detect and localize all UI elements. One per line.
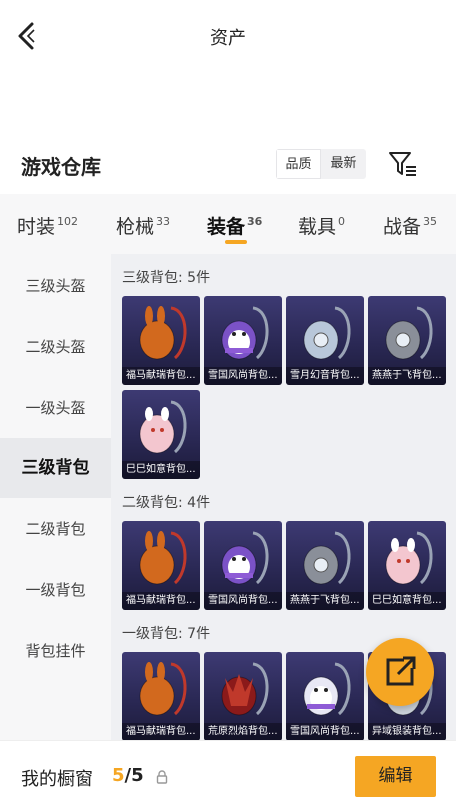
item-name: 福马献瑞背包...: [122, 592, 200, 610]
active-tab-indicator: [225, 240, 247, 244]
tab-gear[interactable]: 战备 35: [383, 212, 437, 239]
showcase-bar: 我的橱窗 5/5 编辑: [0, 740, 456, 811]
bunny-backpack-icon: [139, 306, 187, 360]
snake-backpack-icon: [385, 531, 433, 585]
category-tabs: 时装 102 枪械 33 装备 36 载具 0 战备 35: [0, 194, 456, 254]
backpack-item-card[interactable]: 雪国风尚背包...: [204, 296, 282, 385]
tab-weapons[interactable]: 枪械 33: [116, 212, 170, 239]
item-name: 雪国风尚背包...: [204, 592, 282, 610]
item-name: 雪国风尚背包...: [286, 723, 364, 741]
backpack-item-card[interactable]: 燕燕于飞背包...: [368, 296, 446, 385]
backpack-item-card[interactable]: 雪国风尚背包...: [204, 521, 282, 610]
sidebar-item-level1-helmet[interactable]: 一级头盔: [0, 378, 111, 438]
item-name: 巳巳如意背包...: [122, 461, 200, 479]
item-name: 雪国风尚背包...: [204, 367, 282, 385]
page-title: 资产: [210, 28, 246, 49]
showcase-count: 5/5: [112, 765, 144, 786]
sidebar-item-level3-backpack[interactable]: 三级背包: [0, 438, 111, 498]
backpack-item-card[interactable]: 荒原烈焰背包...: [204, 652, 282, 741]
section-title-level2: 二级背包: 4件: [122, 495, 211, 511]
penguin-backpack-icon: [221, 306, 269, 360]
share-button[interactable]: [366, 638, 434, 706]
penguin-backpack-icon: [221, 531, 269, 585]
section-title-level3: 三级背包: 5件: [122, 270, 211, 286]
backpack-item-card[interactable]: 福马献瑞背包...: [122, 296, 200, 385]
sidebar-item-level3-helmet[interactable]: 三级头盔: [0, 256, 111, 316]
item-name: 雪月幻音背包...: [286, 367, 364, 385]
swallow-backpack-icon: [385, 306, 433, 360]
backpack-item-card[interactable]: 巳巳如意背包...: [122, 390, 200, 479]
showcase-label: 我的橱窗: [21, 769, 93, 790]
backpack-item-card[interactable]: 福马献瑞背包...: [122, 652, 200, 741]
tab-equipment[interactable]: 装备 36: [207, 212, 262, 239]
edit-button[interactable]: 编辑: [355, 756, 436, 797]
sidebar-item-level2-backpack[interactable]: 二级背包: [0, 499, 111, 559]
backpack-item-card[interactable]: 雪月幻音背包...: [286, 296, 364, 385]
snowman-backpack-icon: [303, 662, 351, 716]
item-name: 异域银装背包...: [368, 723, 446, 741]
backpack-item-card[interactable]: 巳巳如意背包...: [368, 521, 446, 610]
item-name: 荒原烈焰背包...: [204, 723, 282, 741]
sort-newest-button[interactable]: 最新: [321, 149, 366, 179]
filter-icon[interactable]: [388, 150, 418, 178]
warehouse-title: 游戏仓库: [21, 155, 101, 179]
bunny-backpack-icon: [139, 662, 187, 716]
sidebar: 三级头盔 二级头盔 一级头盔 三级背包 二级背包 一级背包 背包挂件: [0, 254, 111, 754]
swallow-backpack-icon: [303, 531, 351, 585]
top-bar: 资产: [0, 0, 456, 72]
backpack-item-card[interactable]: 燕燕于飞背包...: [286, 521, 364, 610]
flame-backpack-icon: [221, 662, 269, 716]
share-icon: [386, 656, 416, 686]
backpack-item-card[interactable]: 雪国风尚背包...: [286, 652, 364, 741]
item-name: 福马献瑞背包...: [122, 723, 200, 741]
item-name: 燕燕于飞背包...: [286, 592, 364, 610]
sort-toggle: 品质 最新: [276, 149, 366, 179]
item-name: 燕燕于飞背包...: [368, 367, 446, 385]
snake-backpack-icon: [139, 400, 187, 454]
item-name: 福马献瑞背包...: [122, 367, 200, 385]
section-title-level1: 一级背包: 7件: [122, 626, 211, 642]
sort-quality-button[interactable]: 品质: [276, 149, 321, 179]
sidebar-item-backpack-charm[interactable]: 背包挂件: [0, 621, 111, 681]
bunny-backpack-icon: [139, 531, 187, 585]
backpack-item-card[interactable]: 福马献瑞背包...: [122, 521, 200, 610]
lock-icon: [156, 769, 168, 784]
crystal-backpack-icon: [303, 306, 351, 360]
sidebar-item-level2-helmet[interactable]: 二级头盔: [0, 317, 111, 377]
tab-vehicles[interactable]: 载具 0: [298, 212, 345, 239]
tab-fashion[interactable]: 时装 102: [17, 212, 78, 239]
sidebar-item-level1-backpack[interactable]: 一级背包: [0, 560, 111, 620]
item-name: 巳巳如意背包...: [368, 592, 446, 610]
